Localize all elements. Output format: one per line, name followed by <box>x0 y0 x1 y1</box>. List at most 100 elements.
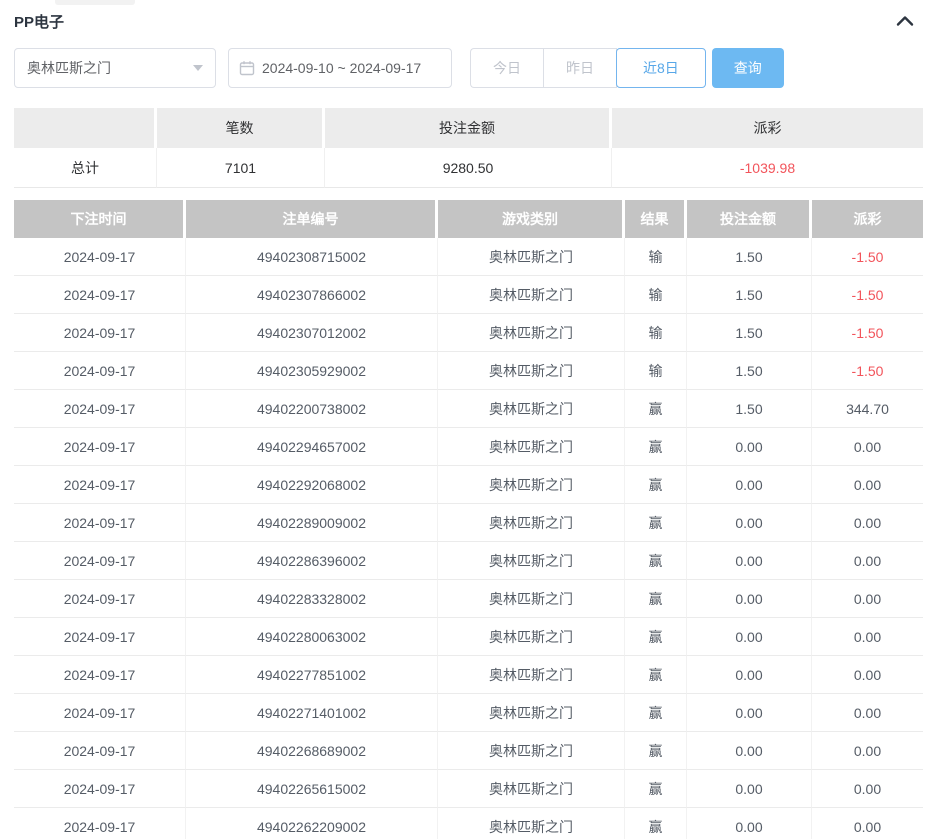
cell-order-number: 49402286396002 <box>186 542 438 580</box>
cell-bet-amount: 0.00 <box>687 504 812 542</box>
cell-order-number: 49402277851002 <box>186 656 438 694</box>
cell-result: 赢 <box>625 542 687 580</box>
cell-bet-time: 2024-09-17 <box>14 428 186 466</box>
cell-payout: -1.50 <box>812 276 923 314</box>
collapse-section-button[interactable] <box>893 9 917 33</box>
yesterday-button[interactable]: 昨日 <box>543 48 617 88</box>
section-header: PP电子 <box>0 0 937 32</box>
cell-bet-amount: 1.50 <box>687 238 812 276</box>
filter-toolbar: 奥林匹斯之门 2024-09-10 ~ 2024-09-17 今日 昨日 近8日… <box>14 48 923 88</box>
cell-bet-amount: 1.50 <box>687 390 812 428</box>
cell-game-category: 奥林匹斯之门 <box>438 314 625 352</box>
cell-bet-amount: 0.00 <box>687 770 812 808</box>
game-select-value: 奥林匹斯之门 <box>27 58 193 78</box>
cell-bet-amount: 0.00 <box>687 732 812 770</box>
table-header-row: 下注时间 注单编号 游戏类别 结果 投注金额 派彩 <box>14 200 923 238</box>
cell-bet-time: 2024-09-17 <box>14 618 186 656</box>
cell-result: 赢 <box>625 466 687 504</box>
cell-game-category: 奥林匹斯之门 <box>438 352 625 390</box>
cell-bet-amount: 0.00 <box>687 542 812 580</box>
cell-order-number: 49402200738002 <box>186 390 438 428</box>
cell-bet-amount: 0.00 <box>687 618 812 656</box>
cell-payout: 0.00 <box>812 770 923 808</box>
cell-order-number: 49402265615002 <box>186 770 438 808</box>
quick-date-button-group: 今日 昨日 近8日 <box>470 48 706 88</box>
summary-header-payout: 派彩 <box>612 108 923 148</box>
cell-bet-time: 2024-09-17 <box>14 314 186 352</box>
cell-order-number: 49402262209002 <box>186 808 438 839</box>
cell-result: 输 <box>625 352 687 390</box>
cell-payout: 0.00 <box>812 732 923 770</box>
cell-result: 输 <box>625 276 687 314</box>
table-row: 2024-09-1749402271401002奥林匹斯之门赢0.000.00 <box>14 694 923 732</box>
cell-game-category: 奥林匹斯之门 <box>438 542 625 580</box>
cell-order-number: 49402305929002 <box>186 352 438 390</box>
cell-order-number: 49402283328002 <box>186 580 438 618</box>
cell-order-number: 49402292068002 <box>186 466 438 504</box>
cell-result: 赢 <box>625 428 687 466</box>
header-bet-amount: 投注金额 <box>687 200 812 238</box>
header-game-category: 游戏类别 <box>438 200 625 238</box>
cell-bet-amount: 0.00 <box>687 466 812 504</box>
cell-bet-time: 2024-09-17 <box>14 276 186 314</box>
cell-result: 赢 <box>625 618 687 656</box>
cell-result: 赢 <box>625 504 687 542</box>
table-row: 2024-09-1749402262209002奥林匹斯之门赢0.000.00 <box>14 808 923 839</box>
cell-payout: 344.70 <box>812 390 923 428</box>
cell-game-category: 奥林匹斯之门 <box>438 466 625 504</box>
cell-payout: 0.00 <box>812 428 923 466</box>
date-range-picker[interactable]: 2024-09-10 ~ 2024-09-17 <box>228 48 452 88</box>
cell-result: 赢 <box>625 694 687 732</box>
table-row: 2024-09-1749402280063002奥林匹斯之门赢0.000.00 <box>14 618 923 656</box>
header-bet-time: 下注时间 <box>14 200 186 238</box>
table-row: 2024-09-1749402305929002奥林匹斯之门输1.50-1.50 <box>14 352 923 390</box>
cell-payout: 0.00 <box>812 466 923 504</box>
query-button[interactable]: 查询 <box>712 48 784 88</box>
cell-bet-amount: 1.50 <box>687 276 812 314</box>
summary-total-count: 7101 <box>157 148 325 188</box>
cell-payout: 0.00 <box>812 694 923 732</box>
summary-total-payout: -1039.98 <box>612 148 923 188</box>
cell-payout: 0.00 <box>812 656 923 694</box>
cell-order-number: 49402268689002 <box>186 732 438 770</box>
summary-header-blank <box>14 108 157 148</box>
cell-game-category: 奥林匹斯之门 <box>438 618 625 656</box>
cell-order-number: 49402307012002 <box>186 314 438 352</box>
cell-bet-time: 2024-09-17 <box>14 656 186 694</box>
chevron-up-icon <box>896 15 914 27</box>
cell-bet-amount: 0.00 <box>687 694 812 732</box>
last-8-days-button[interactable]: 近8日 <box>616 48 706 88</box>
table-row: 2024-09-1749402289009002奥林匹斯之门赢0.000.00 <box>14 504 923 542</box>
cell-result: 赢 <box>625 390 687 428</box>
cell-bet-time: 2024-09-17 <box>14 808 186 839</box>
cell-result: 赢 <box>625 808 687 839</box>
cell-order-number: 49402289009002 <box>186 504 438 542</box>
cell-payout: 0.00 <box>812 542 923 580</box>
bet-records-table: 下注时间 注单编号 游戏类别 结果 投注金额 派彩 2024-09-174940… <box>14 200 923 839</box>
cell-bet-amount: 0.00 <box>687 580 812 618</box>
table-row: 2024-09-1749402268689002奥林匹斯之门赢0.000.00 <box>14 732 923 770</box>
cell-bet-amount: 1.50 <box>687 314 812 352</box>
table-row: 2024-09-1749402265615002奥林匹斯之门赢0.000.00 <box>14 770 923 808</box>
cell-game-category: 奥林匹斯之门 <box>438 580 625 618</box>
game-select[interactable]: 奥林匹斯之门 <box>14 48 216 88</box>
today-button[interactable]: 今日 <box>470 48 543 88</box>
cell-result: 赢 <box>625 656 687 694</box>
cell-payout: 0.00 <box>812 618 923 656</box>
summary-total-row: 总计 7101 9280.50 -1039.98 <box>14 148 923 188</box>
cell-game-category: 奥林匹斯之门 <box>438 770 625 808</box>
cell-bet-amount: 0.00 <box>687 428 812 466</box>
cell-game-category: 奥林匹斯之门 <box>438 808 625 839</box>
cell-game-category: 奥林匹斯之门 <box>438 276 625 314</box>
date-range-value: 2024-09-10 ~ 2024-09-17 <box>262 60 421 76</box>
header-payout: 派彩 <box>812 200 923 238</box>
cell-order-number: 49402294657002 <box>186 428 438 466</box>
cell-result: 赢 <box>625 732 687 770</box>
cell-payout: 0.00 <box>812 580 923 618</box>
table-row: 2024-09-1749402277851002奥林匹斯之门赢0.000.00 <box>14 656 923 694</box>
cell-order-number: 49402271401002 <box>186 694 438 732</box>
table-row: 2024-09-1749402307012002奥林匹斯之门输1.50-1.50 <box>14 314 923 352</box>
table-row: 2024-09-1749402283328002奥林匹斯之门赢0.000.00 <box>14 580 923 618</box>
cell-bet-time: 2024-09-17 <box>14 238 186 276</box>
cell-bet-time: 2024-09-17 <box>14 504 186 542</box>
